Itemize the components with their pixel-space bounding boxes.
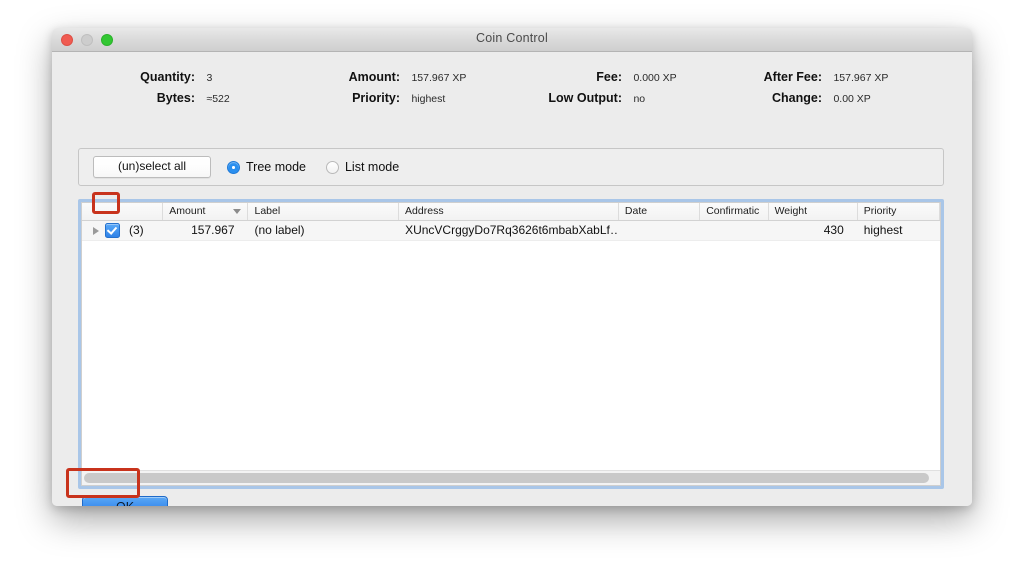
stat-amount-label: Amount: xyxy=(348,70,400,84)
expand-row-icon[interactable] xyxy=(93,226,99,235)
radio-selected-icon[interactable] xyxy=(227,160,240,174)
column-header-address[interactable]: Address xyxy=(399,203,619,220)
window-title: Coin Control xyxy=(476,31,548,45)
row-priority: highest xyxy=(863,223,903,237)
row-checkbox[interactable] xyxy=(105,223,120,238)
stat-quantity-label: Quantity: xyxy=(140,70,195,84)
coin-table-inner: Amount Label Address Date Confirmatic We… xyxy=(81,202,941,486)
checkmark-icon xyxy=(106,224,118,235)
radio-tree-mode[interactable]: Tree mode xyxy=(227,160,306,174)
stat-priority-value: highest xyxy=(411,93,446,105)
stat-change-label: Change: xyxy=(772,91,822,105)
view-mode-radio-group: Tree mode List mode xyxy=(227,160,419,174)
row-select-group: (3) xyxy=(88,221,163,240)
stat-after-fee: After Fee: 157.967 XP xyxy=(732,68,889,86)
radio-list-mode-label: List mode xyxy=(344,160,400,174)
horizontal-scrollbar-thumb[interactable] xyxy=(84,473,930,483)
window-titlebar[interactable]: Coin Control xyxy=(52,28,972,52)
stat-bytes-value: ≈522 xyxy=(206,93,230,105)
column-header-confirmations[interactable]: Confirmatic xyxy=(700,203,769,220)
ok-button[interactable]: OK xyxy=(82,496,168,506)
row-select-cell: (3) xyxy=(82,221,163,240)
coin-table: Amount Label Address Date Confirmatic We… xyxy=(78,199,944,489)
stat-fee-label: Fee: xyxy=(596,70,622,84)
stat-bytes-label: Bytes: xyxy=(156,91,195,105)
stat-fee-value: 0.000 XP xyxy=(633,72,677,84)
radio-unselected-icon[interactable] xyxy=(325,160,339,174)
column-header-weight[interactable]: Weight xyxy=(769,203,858,220)
coin-table-header: Amount Label Address Date Confirmatic We… xyxy=(82,203,941,221)
table-row[interactable]: (3) 157.967 (no label) XUncVCrggyDo7Rq36… xyxy=(82,221,940,241)
coin-summary-stats: Quantity: 3 Bytes: ≈522 Amount: 157.967 … xyxy=(52,65,972,113)
sort-descending-icon xyxy=(233,209,242,214)
stat-quantity: Quantity: 3 xyxy=(137,68,212,86)
column-header-label[interactable]: Label xyxy=(248,203,400,220)
stat-fee: Fee: 0.000 XP xyxy=(522,68,677,86)
stat-change-value: 0.00 XP xyxy=(833,93,871,105)
stat-amount: Amount: 157.967 XP xyxy=(300,68,467,86)
radio-list-mode[interactable]: List mode xyxy=(325,160,400,174)
stat-low-output-value: no xyxy=(633,93,646,105)
stat-bytes: Bytes: ≈522 xyxy=(137,89,230,107)
row-label: (no label) xyxy=(254,223,305,237)
row-address: XUncVCrggyDo7Rq3626t6mbabXabLf… xyxy=(405,223,619,237)
column-header-priority[interactable]: Priority xyxy=(858,203,941,220)
unselect-all-button[interactable]: (un)select all xyxy=(93,156,211,178)
stat-priority: Priority: highest xyxy=(300,89,445,107)
row-count-label: (3) xyxy=(129,223,144,237)
coin-control-window: Coin Control Quantity: 3 Bytes: ≈522 Amo… xyxy=(52,28,972,506)
stat-priority-label: Priority: xyxy=(352,91,400,105)
column-header-date[interactable]: Date xyxy=(619,203,701,220)
row-amount: 157.967 xyxy=(191,223,235,237)
stat-low-output: Low Output: no xyxy=(522,89,645,107)
mode-toolbar: (un)select all Tree mode List mode xyxy=(78,148,944,186)
stat-quantity-value: 3 xyxy=(206,72,213,84)
stat-amount-value: 157.967 XP xyxy=(411,72,467,84)
column-header-amount[interactable]: Amount xyxy=(163,203,249,220)
screen: Coin Control Quantity: 3 Bytes: ≈522 Amo… xyxy=(0,0,1024,584)
stat-after-fee-value: 157.967 XP xyxy=(833,72,889,84)
stat-change: Change: 0.00 XP xyxy=(732,89,871,107)
horizontal-scrollbar[interactable] xyxy=(82,470,940,485)
stat-after-fee-label: After Fee: xyxy=(763,70,822,84)
column-header-select[interactable] xyxy=(82,203,164,220)
stat-low-output-label: Low Output: xyxy=(548,91,622,105)
window-body: Quantity: 3 Bytes: ≈522 Amount: 157.967 … xyxy=(52,52,972,506)
column-header-amount-label: Amount xyxy=(169,205,206,217)
radio-tree-mode-label: Tree mode xyxy=(246,160,306,174)
coin-table-body: (3) 157.967 (no label) XUncVCrggyDo7Rq36… xyxy=(82,221,940,470)
row-weight: 430 xyxy=(823,223,844,237)
